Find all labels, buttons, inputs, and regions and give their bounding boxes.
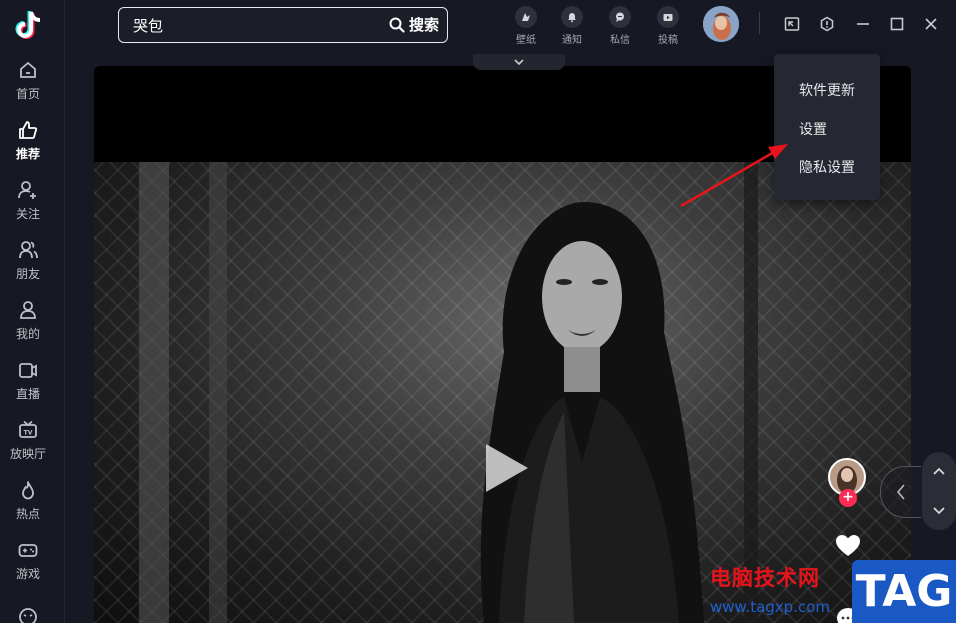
close-icon bbox=[925, 18, 937, 30]
watermark-tag: TAG bbox=[852, 560, 956, 623]
emoji-icon bbox=[17, 606, 39, 623]
svg-text:TV: TV bbox=[24, 429, 33, 436]
notifications-button[interactable]: 通知 bbox=[554, 6, 590, 46]
sidebar-item-follow[interactable]: 关注 bbox=[0, 172, 56, 228]
sidebar-item-label: 推荐 bbox=[15, 146, 40, 161]
chevron-up-icon bbox=[933, 467, 945, 475]
minimize-button[interactable] bbox=[851, 12, 875, 36]
search-icon bbox=[389, 17, 405, 33]
sidebar-item-more[interactable] bbox=[0, 592, 56, 623]
messages-button[interactable]: 私信 bbox=[602, 6, 638, 46]
upload-button[interactable]: 投稿 bbox=[650, 6, 686, 46]
sidebar-item-cinema[interactable]: TV 放映厅 bbox=[0, 412, 56, 468]
settings-dropdown-menu: 软件更新 设置 隐私设置 bbox=[774, 54, 880, 200]
sidebar-item-home[interactable]: 首页 bbox=[0, 52, 56, 108]
follow-user-icon bbox=[17, 179, 39, 201]
sidebar-item-label: 我的 bbox=[15, 326, 40, 341]
menu-item-privacy-settings[interactable]: 隐私设置 bbox=[799, 157, 855, 177]
sidebar-item-label: 关注 bbox=[15, 206, 40, 221]
video-figure-image bbox=[139, 162, 758, 623]
douyin-logo-icon[interactable] bbox=[11, 8, 47, 44]
sidebar-item-label: 朋友 bbox=[15, 266, 40, 281]
search-box: 搜索 bbox=[118, 7, 448, 43]
search-button[interactable]: 搜索 bbox=[389, 8, 439, 41]
maximize-icon bbox=[890, 17, 904, 31]
profile-icon bbox=[17, 299, 39, 321]
search-button-label: 搜索 bbox=[408, 16, 439, 34]
messages-label: 私信 bbox=[610, 35, 630, 46]
menu-item-settings[interactable]: 设置 bbox=[799, 119, 827, 139]
picture-in-picture-icon bbox=[784, 17, 800, 31]
follow-plus-button[interactable]: + bbox=[839, 489, 857, 507]
thumbs-up-icon bbox=[17, 119, 39, 141]
play-icon[interactable] bbox=[486, 444, 528, 492]
previous-video-button[interactable] bbox=[922, 452, 956, 491]
sidebar-item-friends[interactable]: 朋友 bbox=[0, 232, 56, 288]
chevron-left-icon bbox=[896, 484, 905, 500]
fire-icon bbox=[17, 479, 39, 501]
maximize-button[interactable] bbox=[885, 12, 909, 36]
wallpaper-label: 壁纸 bbox=[516, 35, 536, 46]
sidebar: 首页 推荐 关注 朋友 我的 直播 TV 放映厅 热点 游戏 bbox=[0, 0, 65, 623]
settings-menu-button[interactable] bbox=[815, 12, 839, 36]
upload-label: 投稿 bbox=[658, 35, 678, 46]
sidebar-item-hot[interactable]: 热点 bbox=[0, 472, 56, 528]
video-frame[interactable] bbox=[94, 162, 911, 623]
watermark-title: 电脑技术网 bbox=[710, 566, 820, 590]
sidebar-item-label: 直播 bbox=[15, 386, 40, 401]
chevron-down-icon bbox=[933, 507, 945, 515]
live-icon bbox=[17, 359, 39, 381]
friends-icon bbox=[17, 239, 39, 261]
close-button[interactable] bbox=[919, 12, 943, 36]
tv-icon: TV bbox=[17, 419, 39, 441]
sidebar-item-label: 首页 bbox=[15, 86, 40, 101]
menu-item-software-update[interactable]: 软件更新 bbox=[799, 80, 855, 100]
sidebar-item-label: 放映厅 bbox=[9, 446, 46, 461]
header-divider bbox=[759, 12, 760, 34]
sidebar-item-live[interactable]: 直播 bbox=[0, 352, 56, 408]
mini-window-button[interactable] bbox=[780, 12, 804, 36]
notifications-label: 通知 bbox=[562, 35, 582, 46]
watermark-url: www.tagxp.com bbox=[710, 598, 830, 616]
minimize-icon bbox=[857, 23, 869, 25]
sidebar-item-label: 游戏 bbox=[15, 566, 40, 581]
bell-icon bbox=[561, 6, 583, 28]
gamepad-icon bbox=[17, 539, 39, 561]
side-panel-toggle[interactable] bbox=[880, 466, 921, 518]
sidebar-item-label: 热点 bbox=[15, 506, 40, 521]
search-input[interactable] bbox=[131, 8, 375, 43]
next-video-button[interactable] bbox=[922, 491, 956, 530]
sidebar-item-recommend[interactable]: 推荐 bbox=[0, 112, 56, 168]
chevron-down-icon bbox=[514, 59, 524, 66]
video-scroll-nav bbox=[922, 452, 956, 530]
sidebar-item-games[interactable]: 游戏 bbox=[0, 532, 56, 588]
sidebar-item-mine[interactable]: 我的 bbox=[0, 292, 56, 348]
collapse-header-button[interactable] bbox=[473, 54, 565, 70]
home-icon bbox=[17, 59, 39, 81]
wallpaper-button[interactable]: 壁纸 bbox=[508, 6, 544, 46]
heart-icon[interactable] bbox=[835, 534, 861, 558]
message-icon bbox=[609, 6, 631, 28]
wallpaper-icon bbox=[515, 6, 537, 28]
avatar[interactable] bbox=[703, 6, 739, 42]
hexagon-info-icon bbox=[820, 16, 834, 32]
upload-icon bbox=[657, 6, 679, 28]
